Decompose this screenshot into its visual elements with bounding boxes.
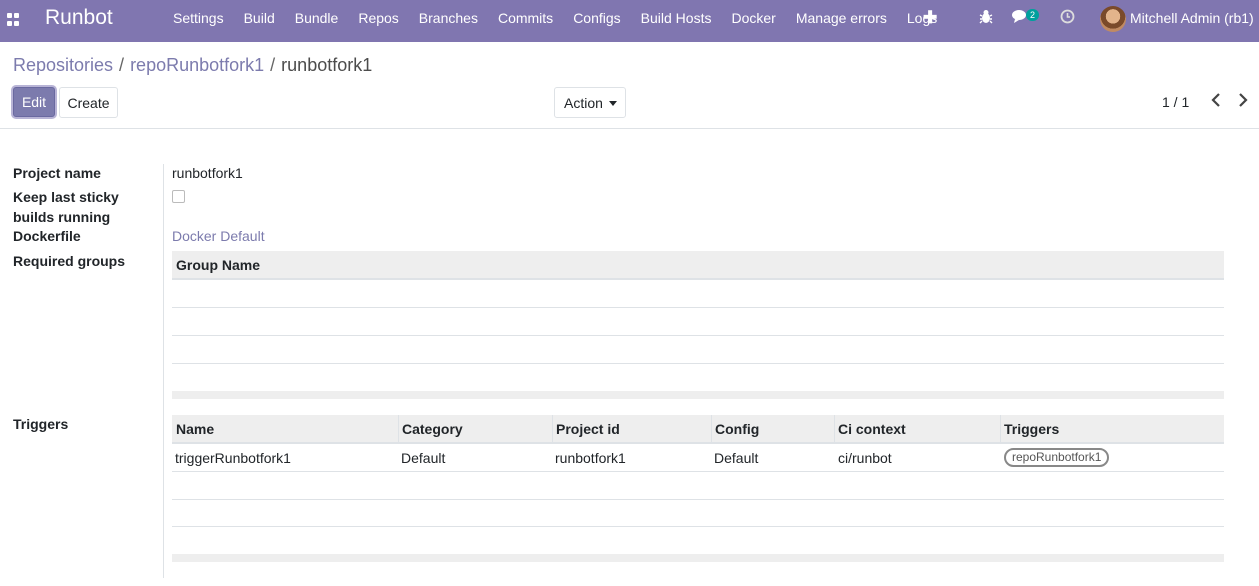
table-row-empty — [172, 527, 1224, 554]
control-panel-divider — [0, 128, 1259, 129]
dockerfile-label: Dockerfile — [13, 228, 81, 244]
edit-button[interactable]: Edit — [13, 87, 55, 117]
app-brand[interactable]: Runbot — [45, 6, 113, 30]
menu-build[interactable]: Build — [234, 0, 285, 42]
menu-build-hosts[interactable]: Build Hosts — [631, 0, 722, 42]
form-divider — [163, 164, 164, 578]
groups-table: Group Name — [172, 251, 1224, 399]
triggers-table-footer — [172, 554, 1224, 562]
bug-icon[interactable] — [979, 9, 993, 28]
column-header-triggers[interactable]: Triggers — [1004, 421, 1059, 437]
chevron-right-icon[interactable] — [1238, 93, 1248, 110]
table-row-empty — [172, 472, 1224, 500]
trigger-config-cell: Default — [714, 450, 759, 466]
pager-value[interactable]: 1 / 1 — [1162, 94, 1189, 110]
chat-badge: 2 — [1026, 9, 1040, 21]
groups-table-footer — [172, 391, 1224, 399]
breadcrumb-separator: / — [270, 55, 276, 75]
groups-table-header: Group Name — [172, 251, 1224, 280]
action-dropdown-button[interactable]: Action — [554, 87, 626, 118]
project-name-value: runbotfork1 — [172, 165, 243, 181]
menu-repos[interactable]: Repos — [348, 0, 408, 42]
table-row-empty — [172, 280, 1224, 308]
table-row-empty — [172, 308, 1224, 336]
table-row-empty — [172, 364, 1224, 391]
keep-sticky-checkbox[interactable] — [172, 190, 185, 203]
table-row-empty — [172, 336, 1224, 364]
column-header-group-name[interactable]: Group Name — [176, 257, 260, 273]
trigger-category-cell: Default — [401, 450, 446, 466]
triggers-table-header: Name Category Project id Config Ci conte… — [172, 415, 1224, 444]
triggers-label: Triggers — [13, 416, 69, 432]
main-menu: Settings Build Bundle Repos Branches Com… — [163, 0, 947, 42]
apps-menu-icon[interactable] — [7, 13, 20, 26]
user-avatar[interactable] — [1100, 6, 1126, 32]
trigger-ci-context-cell: ci/runbot — [838, 450, 892, 466]
column-header-config[interactable]: Config — [715, 421, 759, 437]
breadcrumb-separator: / — [119, 55, 125, 75]
menu-manage-errors[interactable]: Manage errors — [786, 0, 897, 42]
menu-docker[interactable]: Docker — [721, 0, 785, 42]
required-groups-label: Required groups — [13, 253, 126, 269]
menu-bundle[interactable]: Bundle — [285, 0, 349, 42]
column-header-name[interactable]: Name — [176, 421, 214, 437]
keep-sticky-label-line1: Keep last sticky — [13, 189, 119, 205]
chevron-left-icon[interactable] — [1211, 93, 1221, 110]
breadcrumb-repo[interactable]: repoRunbotfork1 — [130, 55, 264, 75]
menu-commits[interactable]: Commits — [488, 0, 563, 42]
table-row[interactable]: triggerRunbotfork1 Default runbotfork1 D… — [172, 444, 1224, 472]
column-separator — [398, 415, 399, 442]
column-header-project-id[interactable]: Project id — [556, 421, 620, 437]
trigger-repo-tag[interactable]: repoRunbotfork1 — [1004, 448, 1110, 467]
plus-icon[interactable]: ✚ — [923, 8, 937, 28]
column-separator — [711, 415, 712, 442]
project-name-label: Project name — [13, 165, 101, 181]
column-header-category[interactable]: Category — [402, 421, 463, 437]
action-label: Action — [564, 94, 603, 111]
keep-sticky-label-line2: builds running — [13, 209, 111, 225]
column-separator — [834, 415, 835, 442]
triggers-table: Name Category Project id Config Ci conte… — [172, 415, 1224, 562]
clock-icon[interactable] — [1060, 9, 1075, 28]
dockerfile-link[interactable]: Docker Default — [172, 228, 265, 244]
trigger-name-cell: triggerRunbotfork1 — [175, 450, 291, 466]
top-navbar: Runbot Settings Build Bundle Repos Branc… — [0, 0, 1259, 42]
user-menu[interactable]: Mitchell Admin (rb1) — [1130, 10, 1254, 26]
menu-settings[interactable]: Settings — [163, 0, 234, 42]
breadcrumb-current: runbotfork1 — [281, 55, 373, 75]
menu-branches[interactable]: Branches — [409, 0, 488, 42]
menu-configs[interactable]: Configs — [563, 0, 630, 42]
breadcrumb: Repositories / repoRunbotfork1/runbotfork1 — [13, 55, 372, 76]
column-separator — [552, 415, 553, 442]
caret-down-icon — [608, 100, 617, 106]
column-header-ci-context[interactable]: Ci context — [838, 421, 906, 437]
breadcrumb-repositories[interactable]: Repositories — [13, 55, 113, 75]
trigger-project-cell: runbotfork1 — [555, 450, 626, 466]
create-button[interactable]: Create — [59, 87, 118, 118]
column-separator — [1000, 415, 1001, 442]
table-row-empty — [172, 500, 1224, 527]
